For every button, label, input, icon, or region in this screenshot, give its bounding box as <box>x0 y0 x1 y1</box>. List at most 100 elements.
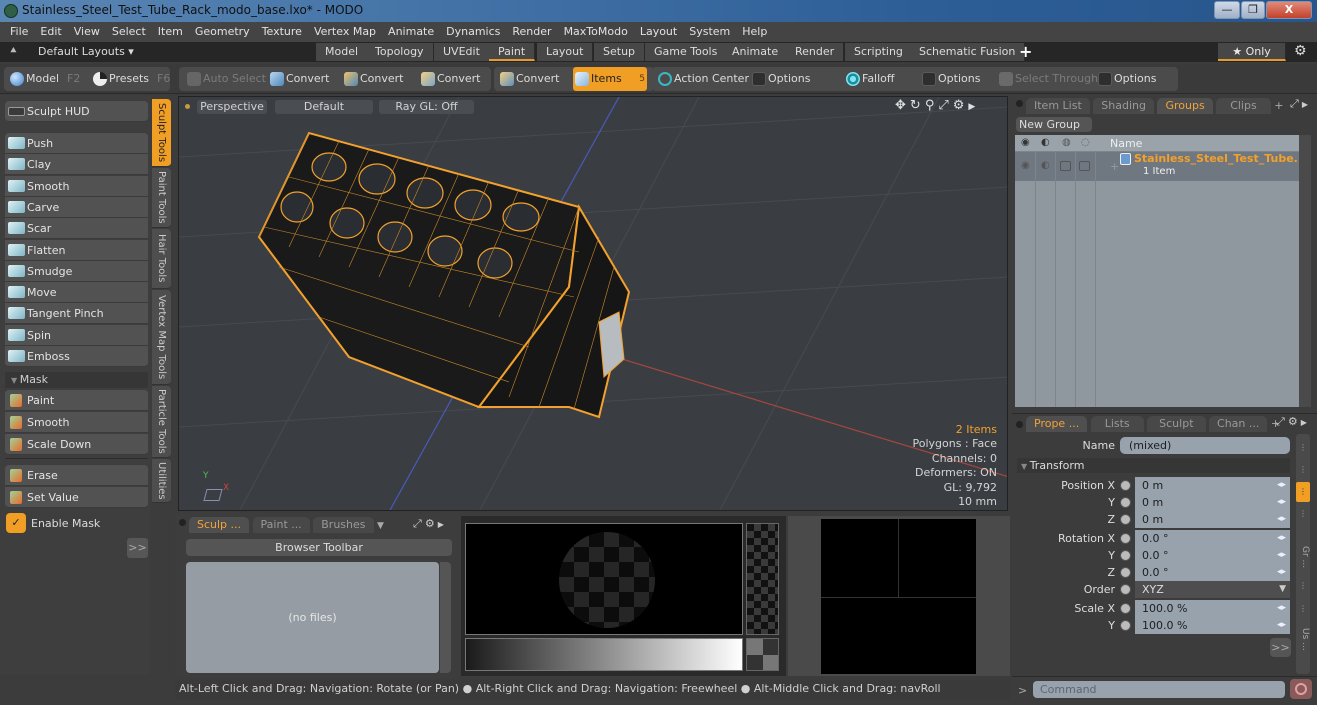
convert-polygons-button[interactable]: Convert <box>419 67 481 91</box>
add-tab-button[interactable]: + <box>1019 42 1032 61</box>
tab-clips[interactable]: Clips <box>1216 98 1271 114</box>
position-z-keyframe-toggle[interactable] <box>1120 514 1131 525</box>
rotation-y-field[interactable]: 0.0 ° ◂▸ <box>1135 547 1290 564</box>
gear-icon[interactable]: ⚙ <box>425 517 438 530</box>
sculpt-tool-emboss[interactable]: Emboss <box>5 346 148 367</box>
vtab-paint-tools[interactable]: Paint Tools <box>152 168 171 228</box>
browser-scrollbar[interactable] <box>440 562 451 673</box>
menu-system[interactable]: System <box>683 22 736 42</box>
more-arrow-icon[interactable]: ▶ <box>1301 418 1310 427</box>
pan-icon[interactable]: ✥ <box>895 98 910 113</box>
menu-texture[interactable]: Texture <box>256 22 308 42</box>
rotation-order-field[interactable]: XYZ ▼ <box>1135 581 1290 598</box>
menu-animate[interactable]: Animate <box>382 22 440 42</box>
convert-vertices-button[interactable]: Convert <box>268 67 330 91</box>
position-x-field[interactable]: 0 m ◂▸ <box>1135 477 1290 494</box>
render-camera-icon[interactable]: ◐ <box>1041 160 1050 171</box>
falloff-button[interactable]: Falloff <box>844 67 894 91</box>
tab-item-list[interactable]: Item List <box>1026 98 1090 114</box>
panel-menu-icon[interactable] <box>179 519 186 526</box>
drag-arrows-icon[interactable]: ◂▸ <box>1277 600 1286 617</box>
sculpt-hud-button[interactable]: Sculpt HUD <box>5 101 148 122</box>
lock-toggle[interactable] <box>1060 161 1071 171</box>
menu-item[interactable]: Item <box>152 22 189 42</box>
tab-layout[interactable]: Layout <box>537 43 594 61</box>
file-browser-area[interactable]: (no files) <box>186 562 439 673</box>
menu-select[interactable]: Select <box>106 22 152 42</box>
maximize-icon[interactable]: ⤢ <box>413 517 425 530</box>
drag-arrows-icon[interactable]: ◂▸ <box>1277 477 1286 494</box>
enable-mask-checkbox[interactable]: ✓ <box>6 513 26 533</box>
color-gradient-bar[interactable] <box>465 638 743 671</box>
shading-dropdown[interactable]: Default <box>275 100 373 114</box>
vtab-vertex-map-tools[interactable]: Vertex Map Tools <box>152 290 171 385</box>
presets-button[interactable]: Presets F6 <box>91 67 170 91</box>
side-tab[interactable]: ⋮ <box>1296 438 1310 458</box>
sculpt-tool-smudge[interactable]: Smudge <box>5 260 148 282</box>
tab-game-tools[interactable]: Game Tools <box>645 43 728 61</box>
color-swatch[interactable] <box>746 638 779 671</box>
gear-icon[interactable]: ⚙ <box>953 98 969 113</box>
tab-scripting[interactable]: Scripting <box>845 43 913 61</box>
close-button[interactable]: X <box>1266 1 1312 19</box>
tab-lists[interactable]: Lists <box>1090 416 1144 432</box>
add-tab-button[interactable]: + <box>1274 99 1283 112</box>
command-record-button[interactable] <box>1290 679 1312 699</box>
gear-icon[interactable]: ⚙ <box>1288 415 1301 428</box>
tab-dropdown-icon[interactable]: ▼ <box>377 521 384 531</box>
rotation-x-field[interactable]: 0.0 ° ◂▸ <box>1135 530 1290 547</box>
vtab-hair-tools[interactable]: Hair Tools <box>152 229 171 289</box>
transform-section-header[interactable]: ▼ Transform <box>1017 458 1290 473</box>
convert-edges-button[interactable]: Convert <box>342 67 404 91</box>
position-y-keyframe-toggle[interactable] <box>1120 497 1131 508</box>
minimize-button[interactable]: — <box>1214 1 1240 19</box>
rotation-order-keyframe-toggle[interactable] <box>1120 584 1131 595</box>
sculpt-tool-smooth[interactable]: Smooth <box>5 175 148 197</box>
more-arrow-icon[interactable]: ▶ <box>968 102 979 112</box>
rotation-y-keyframe-toggle[interactable] <box>1120 550 1131 561</box>
group-row[interactable]: ◉ ◐ + Stainless_Steel_Test_Tube... 1 Ite… <box>1015 152 1306 181</box>
default-layouts-dropdown[interactable]: Default Layouts ▾ <box>38 45 134 58</box>
drag-arrows-icon[interactable]: ◂▸ <box>1277 564 1286 581</box>
auto-select-button[interactable]: Auto Select <box>185 67 266 91</box>
rotation-x-keyframe-toggle[interactable] <box>1120 533 1131 544</box>
render-camera-icon[interactable]: ◐ <box>1041 137 1050 148</box>
groups-scrollbar[interactable] <box>1299 135 1311 407</box>
name-column-header[interactable]: Name <box>1110 137 1142 150</box>
more-arrow-icon[interactable]: ▶ <box>438 520 447 529</box>
tab-topology[interactable]: Topology <box>366 43 434 61</box>
side-tab-gr[interactable]: Gr ... <box>1296 542 1310 572</box>
mask-tool-paint[interactable]: Paint <box>5 390 148 411</box>
layout-arrow-icon[interactable]: ⯅ <box>9 44 18 58</box>
menu-view[interactable]: View <box>68 22 106 42</box>
position-x-keyframe-toggle[interactable] <box>1120 480 1131 491</box>
sculpt-tool-push[interactable]: Push <box>5 133 148 154</box>
side-tab-active[interactable]: ⋮ <box>1296 482 1310 502</box>
sculpt-tool-scar[interactable]: Scar <box>5 218 148 240</box>
sculpt-tool-spin[interactable]: Spin <box>5 324 148 346</box>
side-tab[interactable]: ⋮ <box>1296 599 1310 619</box>
browser-toolbar-button[interactable]: Browser Toolbar <box>186 539 452 556</box>
zoom-icon[interactable]: ⚲ <box>925 98 939 113</box>
menu-render[interactable]: Render <box>506 22 557 42</box>
mask-tool-scale-down[interactable]: Scale Down <box>5 434 148 455</box>
select-icon[interactable]: ◌ <box>1081 137 1090 148</box>
sculpt-tool-flatten[interactable]: Flatten <box>5 239 148 261</box>
convert-materials-button[interactable]: Convert <box>498 67 560 91</box>
only-toggle[interactable]: ★ Only <box>1218 43 1286 61</box>
menu-edit[interactable]: Edit <box>34 22 67 42</box>
action-center-button[interactable]: Action Center <box>656 67 749 91</box>
view-type-dropdown[interactable]: Perspective <box>197 100 267 114</box>
tab-render[interactable]: Render <box>786 43 845 61</box>
tab-schematic-fusion[interactable]: Schematic Fusion <box>910 43 1026 61</box>
visibility-eye-icon[interactable]: ◉ <box>1021 160 1030 171</box>
tab-paint[interactable]: Paint <box>489 43 536 61</box>
tab-model[interactable]: Model <box>316 43 369 61</box>
more-button[interactable]: >> <box>127 538 148 558</box>
restore-button[interactable]: ❐ <box>1241 1 1265 19</box>
visibility-eye-icon[interactable]: ◉ <box>1021 137 1030 148</box>
drag-arrows-icon[interactable]: ◂▸ <box>1277 547 1286 564</box>
mask-tool-erase[interactable]: Erase <box>5 465 148 486</box>
scale-x-field[interactable]: 100.0 % ◂▸ <box>1135 600 1290 617</box>
tab-setup[interactable]: Setup <box>594 43 646 61</box>
